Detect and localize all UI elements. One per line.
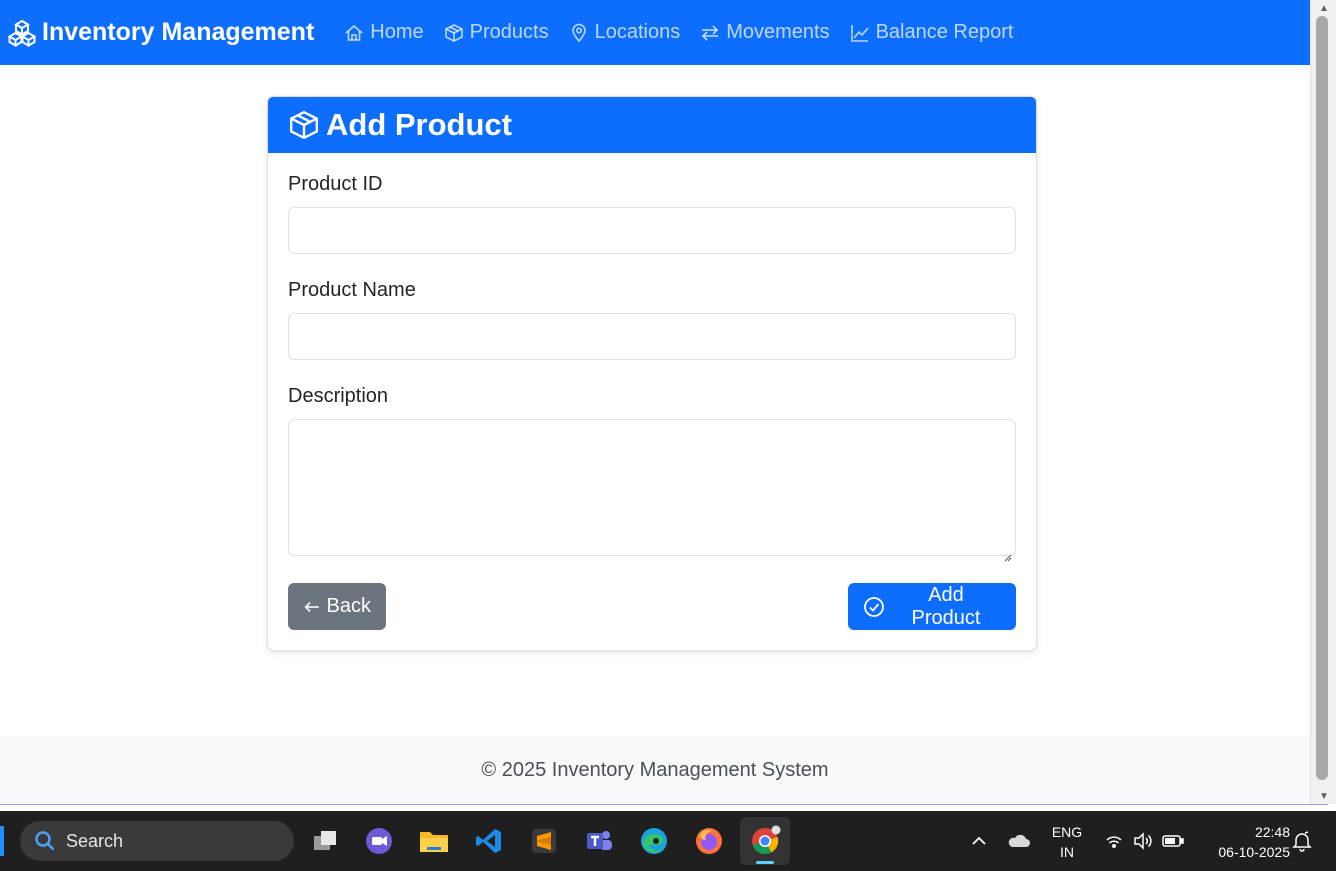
nav-link-label: Balance Report xyxy=(875,21,1014,43)
card-header: Add Product xyxy=(268,97,1036,153)
meet-icon[interactable] xyxy=(361,823,397,859)
nav-link-movements[interactable]: Movements xyxy=(700,21,830,44)
language-top: ENG xyxy=(1051,824,1083,840)
sublime-text-icon[interactable] xyxy=(526,823,562,859)
active-indicator xyxy=(756,861,774,864)
scrollbar-thumb[interactable] xyxy=(1316,16,1328,780)
nav-link-products[interactable]: Products xyxy=(444,21,549,44)
footer-text: © 2025 Inventory Management System xyxy=(481,758,829,781)
box-icon xyxy=(290,110,318,140)
navbar-brand[interactable]: Inventory Management xyxy=(8,18,314,47)
vscode-icon[interactable] xyxy=(471,823,507,859)
product-form: Product ID Product Name Description xyxy=(268,153,1036,601)
clock[interactable]: 22:48 06-10-2025 xyxy=(1196,822,1290,862)
product-name-label: Product Name xyxy=(288,279,416,301)
form-actions: Back Add Product xyxy=(288,583,1016,630)
check-circle-icon xyxy=(864,596,884,617)
add-product-label: Add Product xyxy=(911,583,981,629)
battery-icon[interactable] xyxy=(1155,823,1191,859)
nav-link-label: Home xyxy=(370,21,424,43)
resize-grip-icon[interactable] xyxy=(1002,552,1012,562)
clock-time: 22:48 xyxy=(1254,824,1290,840)
teams-icon[interactable] xyxy=(581,823,617,859)
onedrive-icon[interactable] xyxy=(1001,823,1037,859)
map-pin-icon xyxy=(571,23,586,42)
taskbar-search[interactable]: Search xyxy=(20,821,294,861)
vertical-scrollbar[interactable]: ▲ ▼ xyxy=(1310,0,1336,804)
search-placeholder: Search xyxy=(66,830,124,851)
product-id-label: Product ID xyxy=(288,173,383,195)
search-icon xyxy=(35,831,55,851)
nav-link-label: Products xyxy=(469,21,549,43)
product-name-input[interactable] xyxy=(288,313,1016,360)
back-button[interactable]: Back xyxy=(288,583,386,630)
edge-icon[interactable] xyxy=(636,823,672,859)
nav-link-locations[interactable]: Locations xyxy=(569,21,681,44)
add-product-button[interactable]: Add Product xyxy=(848,583,1016,630)
firefox-icon[interactable] xyxy=(691,823,727,859)
boxes-icon xyxy=(8,19,36,47)
card-title: Add Product xyxy=(326,107,512,142)
nav-link-home[interactable]: Home xyxy=(344,21,424,44)
chrome-icon[interactable] xyxy=(747,823,783,859)
clock-date: 06-10-2025 xyxy=(1218,844,1290,860)
arrow-left-icon xyxy=(304,601,319,612)
back-label: Back xyxy=(326,595,371,617)
window-edge xyxy=(0,804,1328,805)
language-bottom: IN xyxy=(1060,844,1074,860)
graph-up-icon xyxy=(850,24,869,42)
scroll-down-icon[interactable]: ▼ xyxy=(1311,788,1336,804)
nav-link-label: Locations xyxy=(594,21,681,43)
start-button[interactable] xyxy=(0,826,4,856)
notifications-icon[interactable] xyxy=(1284,823,1320,859)
browser-viewport: Inventory Management Home Products Locat… xyxy=(0,0,1310,804)
add-product-card: Add Product Product ID Product Name Desc… xyxy=(267,96,1037,651)
chevron-up-icon[interactable] xyxy=(961,823,997,859)
nav-link-balance-report[interactable]: Balance Report xyxy=(850,21,1014,44)
language-indicator[interactable]: ENG IN xyxy=(1046,822,1088,862)
box-icon xyxy=(444,23,463,42)
scroll-up-icon[interactable]: ▲ xyxy=(1311,0,1336,16)
description-label: Description xyxy=(288,385,389,407)
arrow-left-right-icon xyxy=(702,24,719,41)
file-explorer-icon[interactable] xyxy=(416,823,452,859)
page-footer: © 2025 Inventory Management System xyxy=(0,736,1310,804)
product-id-input[interactable] xyxy=(288,207,1016,254)
task-view-icon[interactable] xyxy=(307,823,343,859)
house-icon xyxy=(345,24,363,41)
brand-label: Inventory Management xyxy=(42,18,315,46)
description-textarea[interactable] xyxy=(288,419,1016,556)
nav-link-label: Movements xyxy=(726,21,830,43)
navbar: Inventory Management Home Products Locat… xyxy=(0,0,1310,65)
